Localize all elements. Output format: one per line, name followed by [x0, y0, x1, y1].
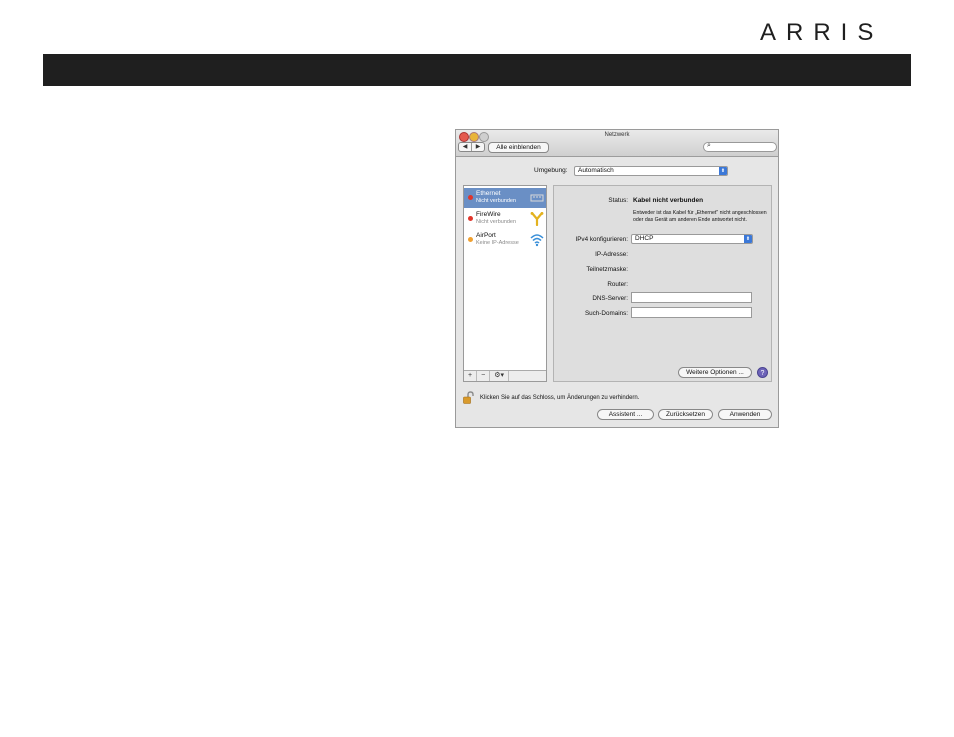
- advanced-options-button[interactable]: Weitere Optionen ...: [678, 367, 752, 378]
- title-bar: Netzwerk ◀ ▶ Alle einblenden ⌕: [456, 130, 778, 157]
- search-icon: ⌕: [707, 142, 711, 149]
- service-status: Nicht verbunden: [476, 198, 517, 204]
- forward-button[interactable]: ▶: [472, 143, 484, 151]
- chevron-updown-icon: ⬍: [719, 167, 727, 175]
- search-field[interactable]: ⌕: [703, 142, 777, 152]
- add-service-button[interactable]: +: [464, 371, 478, 381]
- location-select[interactable]: Automatisch ⬍: [574, 166, 728, 176]
- ipv4-select[interactable]: DHCP ⬍: [631, 234, 753, 244]
- arris-logo: ARRIS: [760, 18, 912, 44]
- assistant-button[interactable]: Assistent ...: [597, 409, 654, 420]
- location-label: Umgebung:: [534, 167, 568, 174]
- status-description: Entweder ist das Kabel für „Ethernet" ni…: [633, 210, 767, 223]
- router-label: Router:: [607, 281, 628, 288]
- ipv4-label: IPv4 konfigurieren:: [575, 236, 628, 243]
- ipv4-value: DHCP: [635, 235, 654, 242]
- header-bar: [43, 54, 911, 86]
- location-value: Automatisch: [578, 167, 614, 174]
- remove-service-button[interactable]: −: [477, 371, 491, 381]
- status-value: Kabel nicht verbunden: [633, 197, 704, 204]
- service-name: AirPort: [476, 232, 496, 239]
- help-button[interactable]: ?: [757, 367, 768, 378]
- status-label: Status:: [608, 197, 628, 204]
- nav-buttons: ◀ ▶: [458, 142, 485, 152]
- gear-menu-button[interactable]: ⚙▾: [490, 371, 509, 381]
- firewire-icon: [530, 211, 544, 227]
- svg-text:ARRIS: ARRIS: [760, 19, 883, 44]
- search-domains-field[interactable]: [631, 307, 752, 318]
- show-all-button[interactable]: Alle einblenden: [488, 142, 549, 153]
- window-title: Netzwerk: [604, 132, 630, 138]
- service-actions: + − ⚙▾: [464, 370, 546, 381]
- ip-address-label: IP-Adresse:: [595, 251, 628, 258]
- status-dot: [468, 216, 473, 221]
- apply-button[interactable]: Anwenden: [718, 409, 772, 420]
- status-dot: [468, 195, 473, 200]
- search-domains-label: Such-Domains:: [584, 310, 628, 317]
- service-name: FireWire: [476, 211, 501, 218]
- service-status: Keine IP-Adresse: [476, 240, 519, 246]
- lock-message: Klicken Sie auf das Schloss, um Änderung…: [480, 395, 640, 401]
- service-item-firewire[interactable]: FireWire Nicht verbunden: [464, 209, 546, 229]
- dns-server-field[interactable]: [631, 292, 752, 303]
- service-status: Nicht verbunden: [476, 219, 517, 225]
- lock-icon[interactable]: [463, 391, 474, 404]
- back-button[interactable]: ◀: [459, 143, 472, 151]
- network-preferences-window: Netzwerk ◀ ▶ Alle einblenden ⌕ Umgebung:…: [455, 129, 779, 428]
- status-dot: [468, 237, 473, 242]
- revert-button[interactable]: Zurücksetzen: [658, 409, 713, 420]
- dns-label: DNS-Server:: [592, 295, 628, 302]
- subnet-label: Teilnetzmaske:: [586, 266, 628, 273]
- service-name: Ethernet: [476, 190, 501, 197]
- chevron-updown-icon: ⬍: [744, 235, 752, 243]
